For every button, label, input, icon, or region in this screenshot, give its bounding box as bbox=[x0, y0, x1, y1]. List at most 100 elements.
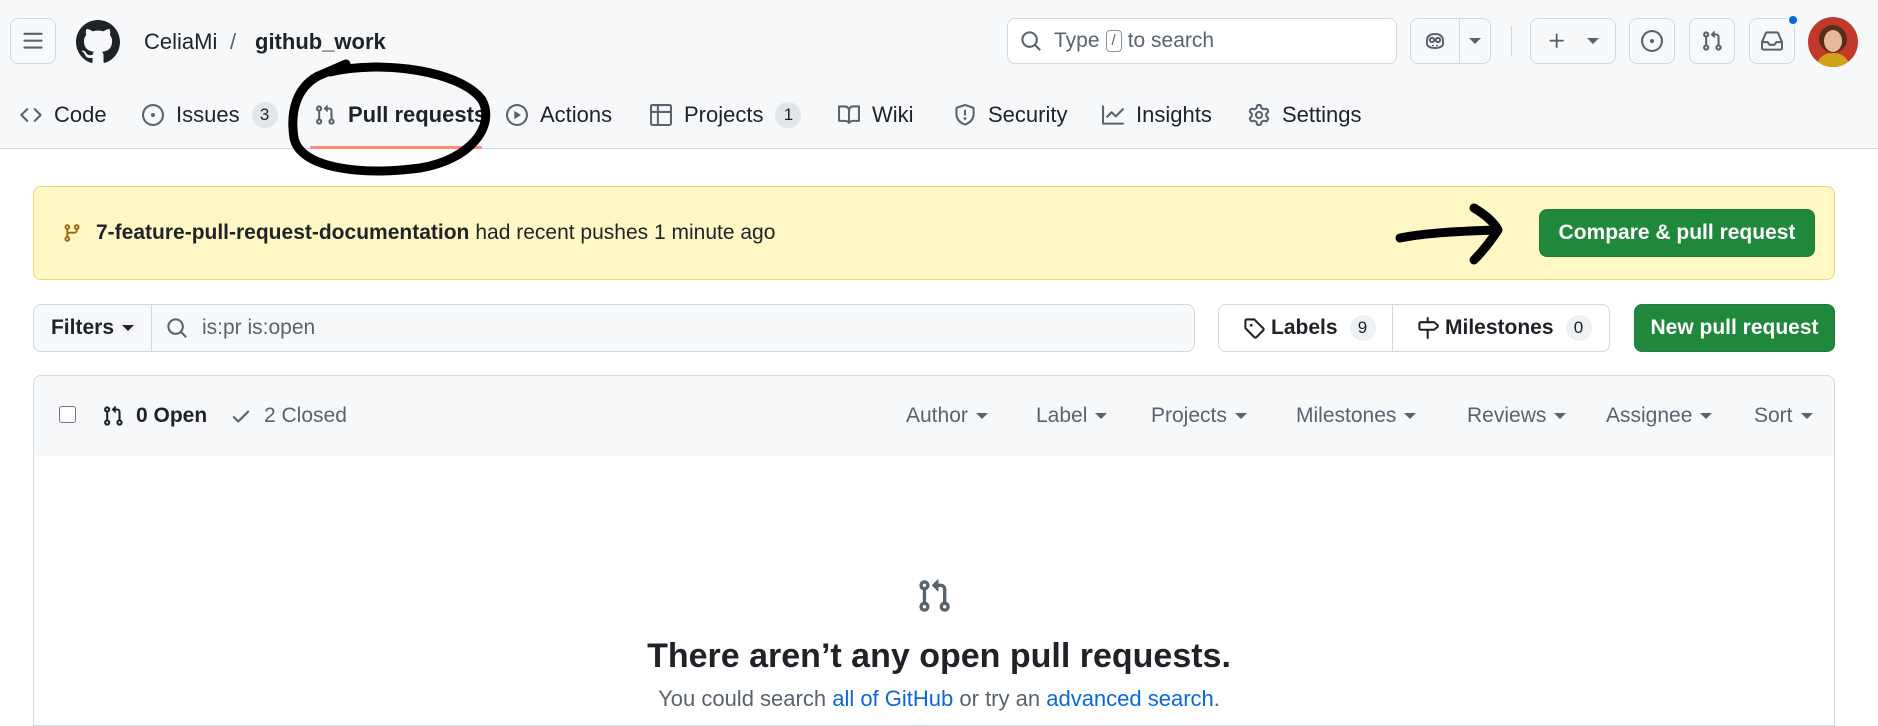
tab-label: Insights bbox=[1136, 102, 1212, 127]
triangle-down-icon bbox=[1095, 413, 1108, 419]
tab-security[interactable]: Security bbox=[954, 96, 1067, 134]
triangle-down-icon bbox=[1700, 413, 1713, 419]
selected-tab-indicator bbox=[310, 146, 482, 149]
tab-label: Pull requests bbox=[348, 102, 487, 127]
menu-button[interactable] bbox=[10, 18, 56, 64]
filter-search-input[interactable]: is:pr is:open bbox=[151, 304, 1195, 352]
branch-name-link[interactable]: 7-feature-pull-request-documentation bbox=[96, 221, 469, 245]
select-all-checkbox[interactable] bbox=[59, 406, 76, 423]
closed-count: 2 Closed bbox=[264, 404, 347, 427]
banner-message: had recent pushes 1 minute ago bbox=[475, 221, 776, 244]
tag-icon bbox=[1244, 318, 1265, 339]
search-placeholder-suffix: to search bbox=[1127, 29, 1215, 52]
author-label: Author bbox=[906, 404, 968, 427]
reviews-label: Reviews bbox=[1467, 404, 1547, 427]
check-icon bbox=[232, 410, 250, 423]
pull-requests-button[interactable] bbox=[1689, 18, 1735, 64]
header-divider bbox=[1511, 26, 1512, 56]
issue-opened-icon bbox=[142, 104, 164, 126]
advanced-search-link[interactable]: advanced search bbox=[1046, 686, 1214, 711]
milestones-label: Milestones bbox=[1445, 316, 1554, 339]
tab-issues[interactable]: Issues 3 bbox=[142, 96, 278, 134]
assignee-label: Assignee bbox=[1606, 404, 1693, 427]
gear-icon bbox=[1248, 104, 1270, 126]
search-input[interactable]: Type / to search bbox=[1007, 18, 1397, 64]
github-logo[interactable] bbox=[76, 20, 120, 64]
blankslate-text-before: You could search bbox=[658, 686, 827, 711]
blankslate-text-after: . bbox=[1213, 686, 1220, 711]
triangle-down-icon bbox=[1554, 413, 1567, 419]
inbox-button[interactable] bbox=[1749, 18, 1795, 64]
copilot-dropdown-button[interactable] bbox=[1459, 18, 1491, 64]
milestones-count-badge: 0 bbox=[1565, 315, 1592, 341]
tab-insights[interactable]: Insights bbox=[1102, 96, 1212, 134]
projects-dropdown[interactable]: Projects bbox=[1151, 404, 1247, 428]
search-icon bbox=[167, 318, 187, 338]
compare-pull-request-button[interactable]: Compare & pull request bbox=[1539, 209, 1815, 257]
triangle-down-icon bbox=[1234, 413, 1247, 419]
assignee-dropdown[interactable]: Assignee bbox=[1606, 404, 1713, 428]
tab-label: Security bbox=[988, 102, 1068, 127]
create-new-button[interactable] bbox=[1530, 18, 1616, 64]
milestones-dropdown[interactable]: Milestones bbox=[1296, 404, 1417, 428]
tab-code[interactable]: Code bbox=[20, 96, 107, 134]
tab-projects[interactable]: Projects 1 bbox=[650, 96, 802, 134]
breadcrumb-repo[interactable]: github_work bbox=[255, 29, 386, 55]
blankslate-title: There aren’t any open pull requests. bbox=[647, 637, 1231, 675]
label-label: Label bbox=[1036, 404, 1088, 427]
new-pull-request-button[interactable]: New pull request bbox=[1634, 304, 1835, 352]
git-branch-icon bbox=[64, 224, 80, 242]
open-filter-link[interactable]: 0 Open bbox=[102, 404, 207, 428]
user-avatar-image bbox=[1808, 17, 1858, 67]
blankslate-icon bbox=[916, 578, 952, 614]
filter-bar: Filters is:pr is:open bbox=[33, 304, 1195, 352]
tab-label: Wiki bbox=[872, 102, 914, 127]
blankslate-text-middle: or try an bbox=[959, 686, 1041, 711]
closed-filter-link[interactable]: 2 Closed bbox=[230, 404, 347, 428]
projects-count-badge: 1 bbox=[775, 102, 802, 128]
triangle-down-icon bbox=[1469, 38, 1481, 44]
triangle-down-icon bbox=[1404, 413, 1417, 419]
issues-button[interactable] bbox=[1629, 18, 1675, 64]
tab-label: Code bbox=[54, 102, 107, 127]
search-icon bbox=[1021, 31, 1041, 51]
search-placeholder-prefix: Type bbox=[1054, 29, 1100, 52]
github-mark-icon bbox=[76, 20, 120, 63]
breadcrumb-owner[interactable]: CeliaMi bbox=[144, 29, 217, 55]
tab-actions[interactable]: Actions bbox=[506, 96, 612, 134]
graph-icon bbox=[1102, 105, 1124, 125]
copilot-icon bbox=[1426, 32, 1444, 50]
book-icon bbox=[838, 105, 860, 124]
issue-opened-icon bbox=[1641, 30, 1663, 52]
inbox-icon bbox=[1761, 31, 1783, 51]
search-shortcut-key: / bbox=[1105, 30, 1122, 52]
sort-label: Sort bbox=[1754, 404, 1793, 427]
blankslate-description: You could search all of GitHub or try an… bbox=[0, 686, 1878, 712]
label-dropdown[interactable]: Label bbox=[1036, 404, 1108, 428]
notification-dot bbox=[1787, 14, 1799, 26]
tab-pull-requests[interactable]: Pull requests bbox=[314, 96, 486, 134]
tab-label: Issues bbox=[176, 102, 240, 127]
issues-count-badge: 3 bbox=[251, 102, 278, 128]
git-pull-request-icon bbox=[919, 579, 950, 612]
labels-button[interactable]: Labels 9 bbox=[1218, 304, 1393, 352]
reviews-dropdown[interactable]: Reviews bbox=[1467, 404, 1567, 428]
labels-count-badge: 9 bbox=[1349, 315, 1376, 341]
tab-label: Actions bbox=[540, 102, 613, 127]
play-icon bbox=[506, 104, 528, 126]
sort-dropdown[interactable]: Sort bbox=[1754, 404, 1813, 428]
all-of-github-link[interactable]: all of GitHub bbox=[832, 686, 953, 711]
author-dropdown[interactable]: Author bbox=[906, 404, 988, 428]
filters-button[interactable]: Filters bbox=[33, 304, 152, 352]
tab-label: Projects bbox=[684, 102, 764, 127]
git-pull-request-icon bbox=[316, 104, 335, 125]
milestone-icon bbox=[1418, 317, 1439, 339]
avatar[interactable] bbox=[1808, 17, 1858, 67]
projects-label: Projects bbox=[1151, 404, 1227, 427]
code-icon bbox=[20, 108, 42, 122]
milestones-button[interactable]: Milestones 0 bbox=[1392, 304, 1610, 352]
tab-settings[interactable]: Settings bbox=[1248, 96, 1362, 134]
copilot-button[interactable] bbox=[1410, 18, 1460, 64]
shield-icon bbox=[955, 104, 975, 126]
tab-wiki[interactable]: Wiki bbox=[838, 96, 914, 134]
